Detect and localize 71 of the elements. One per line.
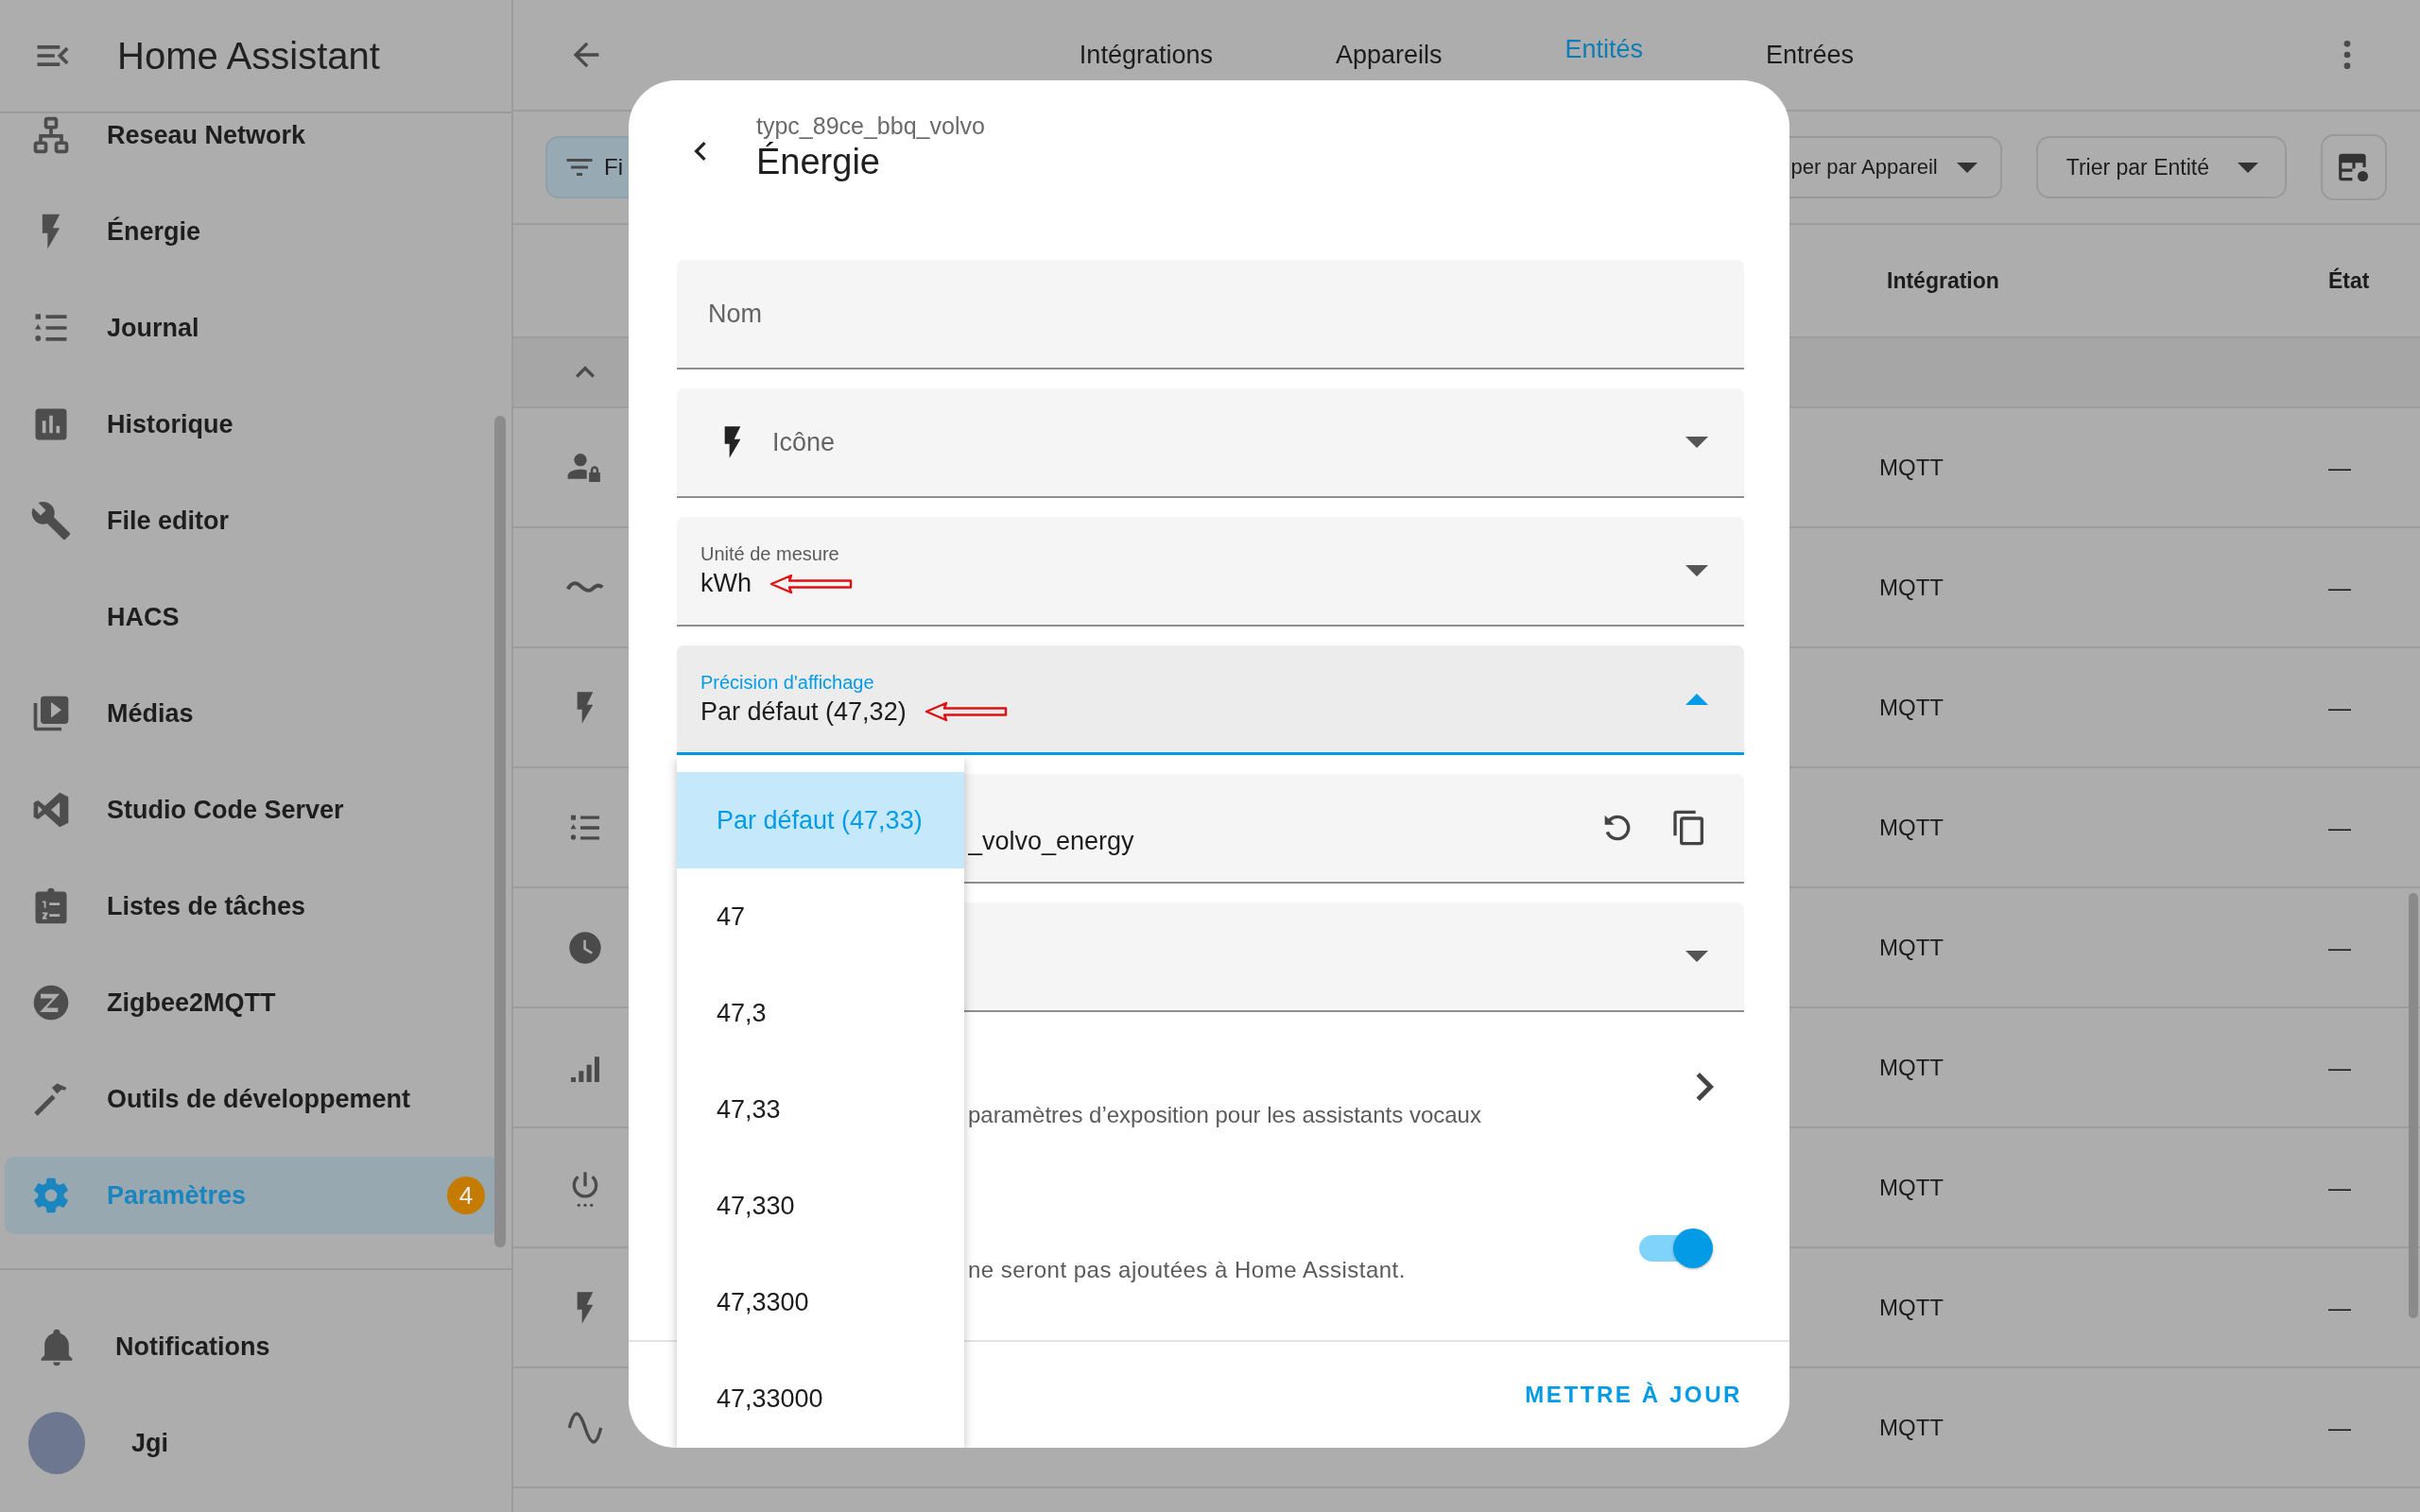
sidebar-item[interactable]: Énergie — [0, 183, 511, 280]
table-cell-text: — — [2328, 1294, 2352, 1321]
table-cell-text: MQTT — [1879, 814, 1945, 841]
user-item[interactable]: Jgi — [0, 1395, 511, 1491]
field-label: Unité de mesure — [700, 543, 840, 565]
wrench-icon — [30, 500, 72, 541]
menu-option[interactable]: 47,33000 — [677, 1350, 964, 1447]
sidebar-item[interactable]: Studio Code Server — [0, 762, 511, 858]
scrollbar-thumb[interactable] — [494, 416, 506, 1247]
table-cell-text: — — [2328, 1174, 2352, 1201]
caret-down-icon — [1685, 437, 1708, 448]
icon-picker-field[interactable]: Icône — [677, 388, 1744, 498]
sidebar-item[interactable]: Journal — [0, 280, 511, 376]
menu-option[interactable]: 47,3 — [677, 965, 964, 1061]
sidebar-item[interactable]: Médias — [0, 665, 511, 762]
tab[interactable]: Appareils — [1335, 30, 1443, 79]
caret-down-icon — [1956, 162, 1978, 173]
table-cell-text: — — [2328, 454, 2352, 481]
menu-option[interactable]: 47,330 — [677, 1158, 964, 1254]
field-value: kWh — [700, 569, 752, 598]
name-field[interactable]: Nom — [677, 260, 1744, 369]
table-cell-text: — — [2328, 814, 2352, 841]
tab[interactable]: Entrées — [1766, 30, 1855, 79]
table-cell-text: — — [2328, 1414, 2352, 1441]
dialog-subtitle: typc_89ce_bbq_volvo — [756, 112, 985, 140]
table-cell-text: MQTT — [1879, 1294, 1945, 1321]
field-label: Précision d'affichage — [700, 671, 875, 694]
caret-down-icon — [1685, 951, 1708, 962]
menu-option[interactable]: 47,3300 — [677, 1254, 964, 1350]
column-header[interactable]: Intégration — [1879, 267, 2328, 294]
table-cell-text: — — [2328, 574, 2352, 601]
toggle-switch[interactable] — [1639, 1228, 1711, 1268]
table-cell-text: MQTT — [1879, 454, 1945, 481]
sidebar-item[interactable]: Listes de tâches — [0, 858, 511, 954]
table-cell-text: MQTT — [1879, 1414, 1945, 1441]
tab[interactable]: Intégrations — [1079, 30, 1213, 79]
table-settings-button[interactable] — [2321, 134, 2387, 200]
table-cell-text: — — [2328, 1054, 2352, 1081]
caret-down-icon — [2238, 162, 2258, 173]
table-cell-text: MQTT — [1879, 934, 1945, 961]
scrollbar-thumb[interactable] — [2409, 893, 2418, 1318]
icon-input[interactable]: Icône — [772, 427, 1685, 457]
sort-dropdown[interactable]: Trier par Entité — [2035, 136, 2287, 198]
entity-id-input[interactable]: _volvo_energy — [968, 826, 1566, 856]
select-field[interactable]: Précision d'affichage Par défaut (47,32) — [677, 645, 1744, 755]
table-cell-text: MQTT — [1879, 1174, 1945, 1201]
select-field[interactable]: Unité de mesure kWh — [677, 517, 1744, 627]
sidebar-item[interactable]: Zigbee2MQTT — [0, 954, 511, 1051]
sidebar-item[interactable]: Historique — [0, 376, 511, 472]
row-description: paramètres d’exposition pour les assistants vocaux — [968, 1101, 1482, 1128]
dialog-title: Énergie — [756, 141, 881, 183]
field-value: Par défaut (47,32) — [700, 696, 907, 727]
row-description: ne seront pas ajoutées à Home Assistant. — [968, 1256, 1407, 1283]
table-cell-text: MQTT — [1879, 694, 1945, 721]
wave-icon — [566, 580, 604, 594]
menu-option[interactable]: 47,33 — [677, 1061, 964, 1158]
caret-up-icon — [1685, 693, 1708, 705]
sidebar-item[interactable]: Reseau Network — [0, 113, 511, 183]
app-title: Home Assistant — [117, 34, 380, 77]
caret-down-icon — [1685, 565, 1708, 576]
table-cell-text: MQTT — [1879, 1054, 1945, 1081]
sidebar-item[interactable]: HACS — [0, 569, 511, 665]
chevron-right-icon[interactable] — [1695, 1073, 1714, 1101]
sidebar-item[interactable]: File editor — [0, 472, 511, 569]
notifications-item[interactable]: Notifications — [0, 1298, 511, 1395]
notification-badge: 4 — [447, 1177, 485, 1214]
sidebar-item[interactable]: Outils de développement — [0, 1051, 511, 1147]
table-cell-text: MQTT — [1879, 574, 1945, 601]
column-header[interactable]: État — [2328, 267, 2420, 294]
table-cell-text: — — [2328, 934, 2352, 961]
table-cell-text: — — [2328, 694, 2352, 721]
